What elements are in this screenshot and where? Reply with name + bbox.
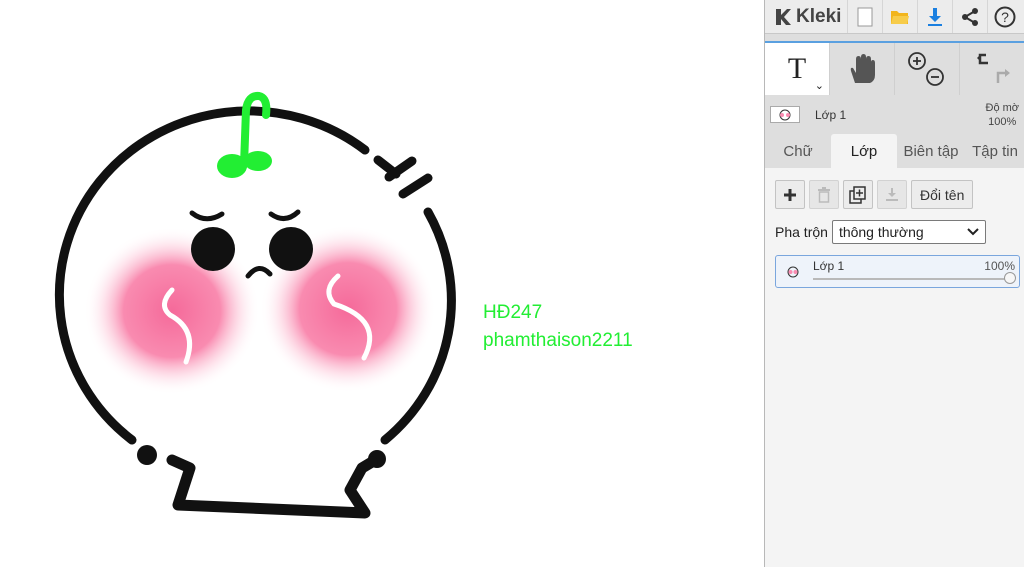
new-image-button[interactable]: [847, 0, 882, 33]
layer-opacity: 100%: [984, 259, 1015, 273]
character-drawing: [54, 91, 456, 519]
kleki-logo: Kleki: [773, 6, 847, 28]
layer-opacity-slider[interactable]: [813, 278, 1011, 280]
blend-mode-label: Pha trộn: [775, 224, 828, 240]
share-button[interactable]: [952, 0, 987, 33]
merge-down-icon: [886, 187, 898, 201]
layer-actions: Đổi tên: [775, 180, 974, 209]
layer-name: Lớp 1: [813, 259, 845, 273]
help-button[interactable]: ?: [987, 0, 1022, 33]
side-panel: Kleki ? T ⌄ Lớp 1 Độ mờ 100% Chữ Lớp Biê…: [764, 0, 1024, 567]
share-icon: [962, 7, 978, 26]
blend-mode-select[interactable]: thông thường: [831, 220, 986, 244]
zoom-controls: [895, 43, 960, 95]
current-layer-thumbnail: [770, 106, 800, 123]
open-folder-icon: [891, 10, 909, 24]
tab-tap-tin[interactable]: Tập tin: [965, 134, 1024, 168]
tab-chu[interactable]: Chữ: [765, 134, 831, 168]
new-image-icon: [857, 7, 873, 26]
chevron-down-icon[interactable]: ⌄: [815, 79, 824, 92]
add-layer-button[interactable]: [775, 180, 805, 209]
top-toolbar: Kleki ?: [765, 0, 1024, 34]
opacity-label: Độ mờ: [985, 102, 1020, 114]
drawing-canvas[interactable]: HĐ247 phamthaison2211: [0, 0, 764, 567]
layer-opacity-slider-handle[interactable]: [1004, 272, 1016, 284]
canvas-text-line1: HĐ247: [483, 302, 543, 323]
current-layer-row: Lớp 1 Độ mờ 100%: [765, 98, 1024, 132]
opacity-value: 100%: [988, 116, 1017, 128]
tab-bien-tap[interactable]: Biên tập: [897, 134, 965, 168]
chevron-down-icon: [967, 228, 979, 236]
current-layer-name: Lớp 1: [815, 108, 847, 122]
duplicate-layer-button[interactable]: [843, 180, 873, 209]
duplicate-icon: [849, 185, 866, 204]
zoom-icons[interactable]: [905, 49, 949, 89]
layer-thumbnail: [782, 263, 804, 280]
tab-lop[interactable]: Lớp: [831, 134, 897, 168]
panel-tabs: Chữ Lớp Biên tập Tập tin: [765, 134, 1024, 168]
trash-icon: [818, 186, 830, 203]
layer-tab-content: Đổi tên Pha trộn thông thường Lớp 1 100%: [765, 168, 1024, 567]
hand-icon: [850, 54, 875, 83]
canvas-text-line2: phamthaison2211: [483, 330, 633, 351]
plus-icon: [784, 188, 796, 201]
download-icon: [928, 7, 942, 26]
undo-redo-icons[interactable]: [968, 49, 1016, 89]
kleki-logo-icon: [776, 8, 791, 25]
layer-item[interactable]: Lớp 1 100%: [775, 255, 1020, 288]
open-button[interactable]: [882, 0, 917, 33]
help-icon: ?: [994, 6, 1016, 27]
hand-tool[interactable]: [830, 43, 895, 95]
svg-text:?: ?: [1001, 9, 1009, 25]
undo-redo-controls: [960, 43, 1024, 95]
text-tool[interactable]: T ⌄: [765, 43, 830, 95]
blend-mode-row: Pha trộn thông thường: [775, 220, 986, 244]
delete-layer-button[interactable]: [809, 180, 839, 209]
download-button[interactable]: [917, 0, 952, 33]
rename-layer-button[interactable]: Đổi tên: [911, 180, 974, 209]
text-tool-label: T: [787, 52, 807, 85]
merge-down-button[interactable]: [877, 180, 907, 209]
opacity-readout[interactable]: Độ mờ 100%: [986, 101, 1020, 129]
app-name: Kleki: [796, 5, 842, 27]
blend-mode-value: thông thường: [838, 224, 924, 240]
body-outline: [166, 454, 378, 519]
tool-row: T ⌄: [765, 41, 1024, 95]
